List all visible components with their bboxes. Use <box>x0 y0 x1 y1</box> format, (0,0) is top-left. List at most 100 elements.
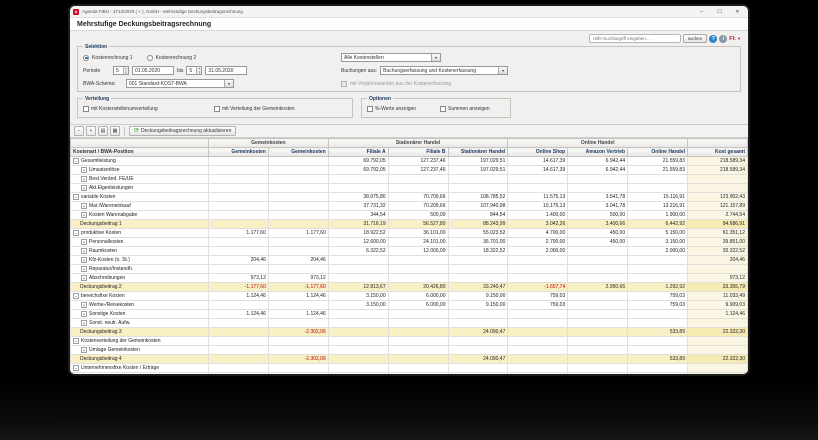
fi-menu[interactable]: FI: ▼ <box>729 36 741 42</box>
value-cell: 14.617,39 <box>507 165 569 175</box>
periode-to-month-stepper[interactable]: 5 ▲ ▼ <box>186 66 203 75</box>
value-cell <box>387 363 449 373</box>
table-row[interactable]: + Best.Veränd. FE/UE <box>70 174 748 184</box>
table-row[interactable]: + Raumkosten 6.322,52 12.000,00 18.322,52 2.0… <box>70 246 748 256</box>
bwa-schema-select[interactable]: 001 Standard-KOST-BWA ▼ <box>126 79 234 88</box>
table-row[interactable]: Deckungsbeitrag 3 -2.302,06 24.090,47 533,8… <box>70 327 748 337</box>
table-row[interactable]: − Gesamtleistung 69.792,05 127.237,46 197.02… <box>70 156 748 166</box>
table-row[interactable]: Deckungsbeitrag 2 -1.177,60 -1.177,60 12.81… <box>70 282 748 292</box>
expand-toggle-icon[interactable]: + <box>81 319 87 326</box>
expand-toggle-icon[interactable]: + <box>81 184 87 191</box>
kostenrechnung2-radio[interactable] <box>146 54 153 61</box>
help-icon[interactable]: ? <box>709 34 718 43</box>
table-row[interactable]: + Kfz-Kosten (o. St.) 204,46 204,46 204,46 <box>70 255 748 265</box>
table-row[interactable]: + Kosten Warenabgabe 344,54 500,00 844,54 1.4… <box>70 210 748 220</box>
table-row[interactable]: + Sonstige Kosten 1.124,46 1.124,46 1.124,46 <box>70 309 748 319</box>
spinner-arrows-icon[interactable]: ▲ ▼ <box>123 67 128 74</box>
value-cell: 5.150,00 <box>627 228 688 238</box>
table-row[interactable]: + Akt.Eigenleistungen <box>70 183 748 193</box>
table-row[interactable]: + Werbe-/Reisekosten 3.150,00 6.000,00 9.150… <box>70 300 748 310</box>
search-button[interactable]: suchen <box>682 34 708 43</box>
vorjahreswerte-checkbox[interactable] <box>341 80 347 87</box>
help-search-input[interactable] <box>588 34 681 43</box>
value-cell: 6.000,00 <box>387 291 449 301</box>
expand-toggle-icon[interactable]: + <box>81 274 87 281</box>
collapse-toggle-icon[interactable]: − <box>73 157 79 164</box>
table-row[interactable]: + Umsatzerlöse 69.792,05 127.237,46 197.029,… <box>70 165 748 175</box>
expand-toggle-icon[interactable]: + <box>81 202 87 209</box>
table-row[interactable]: − produktive Kosten 1.177,60 1.177,60 18.922… <box>70 228 748 238</box>
summen-anzeigen-label: Summen anzeigen <box>448 106 490 112</box>
collapse-toggle-icon[interactable]: − <box>73 292 79 299</box>
value-cell <box>208 183 269 193</box>
table-row[interactable]: − Kostenverteilung der Gemeinkosten <box>70 336 748 346</box>
expand-toggle-icon[interactable]: + <box>81 175 87 182</box>
expand-toggle-icon[interactable]: + <box>81 238 87 245</box>
row-label-cell: − Kostenverteilung der Gemeinkosten <box>70 336 209 346</box>
table-row[interactable]: + Abschreibungen 973,12 973,12 973,12 <box>70 273 748 283</box>
periode-from-month-stepper[interactable]: 5 ▲ ▼ <box>113 66 129 75</box>
value-cell <box>267 156 329 166</box>
periode-from-date-field[interactable]: 01.05.2020 <box>132 66 174 75</box>
table-row[interactable]: Deckungsbeitrag 1 31.716,19 56.527,80 88.24… <box>70 219 748 229</box>
expand-toggle-icon[interactable]: + <box>81 346 87 353</box>
row-label: Deckungsbeitrag 1 <box>80 221 122 227</box>
collapse-toggle-icon[interactable]: − <box>73 364 79 371</box>
summen-anzeigen-checkbox[interactable] <box>440 106 446 112</box>
info-icon[interactable]: i <box>719 34 728 43</box>
expand-toggle-icon[interactable]: + <box>81 211 87 218</box>
expand-toggle-icon[interactable]: + <box>81 256 87 263</box>
verteilung-gemeinkosten-checkbox[interactable] <box>214 106 220 112</box>
collapse-all-button[interactable]: − <box>74 126 84 136</box>
kostenstellenumverteilung-checkbox[interactable] <box>83 106 89 112</box>
expand-toggle-icon[interactable]: + <box>81 373 87 374</box>
chevron-down-icon: ▼ <box>431 54 440 61</box>
value-cell <box>567 273 629 283</box>
periode-to-date-field[interactable]: 31.05.2020 <box>205 66 248 75</box>
refresh-report-button[interactable]: ⟳ Deckungsbeitragsrechnung aktualisieren <box>129 126 237 136</box>
close-button[interactable]: ✕ <box>730 7 745 17</box>
expand-toggle-icon[interactable]: + <box>81 310 87 317</box>
value-cell: 1.124,46 <box>267 291 329 301</box>
refresh-label: Deckungsbeitragsrechnung aktualisieren <box>141 128 232 134</box>
table-row[interactable]: − Unternehmensfixe Kosten / Erträge <box>70 363 748 373</box>
kostenstellen-select[interactable]: Alle Kostenstellen ▼ <box>341 53 441 62</box>
kostenrechnung1-radio[interactable] <box>83 54 89 61</box>
row-label: Reparatur/Instandh. <box>89 266 134 272</box>
collapse-toggle-icon[interactable]: − <box>73 337 79 344</box>
spinner-arrows-icon[interactable]: ▲ ▼ <box>196 67 202 74</box>
buchungen-select[interactable]: Buchungserfassung und Kostenerfassung ▼ <box>380 66 509 75</box>
value-cell <box>387 336 449 346</box>
expand-toggle-icon[interactable]: + <box>81 247 87 254</box>
collapse-toggle-icon[interactable]: − <box>73 229 79 236</box>
expand-toggle-icon[interactable]: + <box>81 265 87 272</box>
expand-toggle-icon[interactable]: + <box>81 301 87 308</box>
maximize-button[interactable]: ☐ <box>712 7 727 17</box>
row-label: Personalkosten <box>89 239 124 245</box>
value-cell: 2.744,54 <box>687 210 748 220</box>
table-row[interactable]: + Mat./Wareneinkauf 37.731,32 70.209,66 107.… <box>70 201 748 211</box>
value-cell <box>327 264 389 274</box>
value-cell <box>387 345 449 355</box>
table-row[interactable]: + Personalkosten 12.600,00 24.101,00 36.701,… <box>70 237 748 247</box>
value-cell <box>507 372 569 374</box>
expand-all-button[interactable]: + <box>86 126 96 136</box>
value-cell <box>387 318 449 328</box>
table-row[interactable]: − variable Kosten 38.075,86 70.709,66 108.78… <box>70 192 748 202</box>
table-row[interactable]: + Sonst. neutr. Aufw. <box>70 318 748 328</box>
value-cell <box>327 255 389 265</box>
table-row[interactable]: − bereichsfixe Kosten 1.124,46 1.124,46 3.15… <box>70 291 748 301</box>
table-row[interactable]: Deckungsbeitrag 4 -2.302,06 24.090,47 533,8… <box>70 354 748 364</box>
collapse-toggle-icon[interactable]: − <box>73 193 79 200</box>
prozent-werte-checkbox[interactable] <box>367 106 373 112</box>
expand-toggle-icon[interactable]: + <box>81 166 87 173</box>
value-cell <box>267 300 329 310</box>
table-row[interactable]: + Umlage Gemeinkosten <box>70 345 748 355</box>
export-button[interactable]: ▤ <box>98 126 108 136</box>
minimize-button[interactable]: ─ <box>694 7 709 17</box>
value-cell <box>627 255 688 265</box>
value-cell: 9.150,00 <box>447 300 509 310</box>
table-row[interactable]: + Reparatur/Instandh. <box>70 264 748 274</box>
table-row[interactable]: +So. betr. Erlöse <box>70 372 748 374</box>
print-button[interactable]: ▦ <box>110 126 120 136</box>
